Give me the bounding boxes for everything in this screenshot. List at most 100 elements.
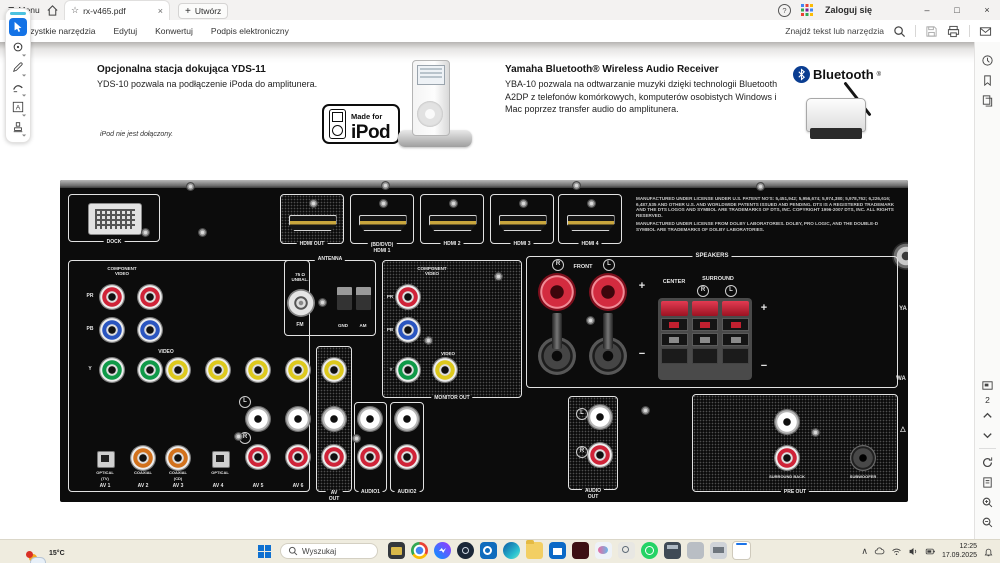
taskbar-app-edge[interactable]	[503, 542, 520, 559]
bookmarks-panel-button[interactable]	[975, 70, 1000, 90]
panel-label: VIDEO	[440, 351, 456, 356]
taskbar-app-explorer[interactable]	[388, 542, 405, 559]
tray-chevron-icon[interactable]: ∧	[861, 546, 868, 557]
rotate-page-button[interactable]	[975, 452, 1000, 472]
red-rca-jack	[395, 284, 421, 310]
toolbar-item-konwertuj[interactable]: Konwertuj	[155, 26, 193, 36]
panel-label: COMPONENT VIDEO	[107, 266, 137, 277]
taskbar-app-outlook[interactable]	[480, 542, 497, 559]
fit-page-button[interactable]	[975, 472, 1000, 492]
toolbar-item-podpis-elektroniczny[interactable]: Podpis elektroniczny	[211, 26, 289, 36]
taskbar-app-app-gray[interactable]	[687, 542, 704, 559]
zoom-out-button[interactable]	[975, 512, 1000, 532]
taskbar-app-chrome[interactable]	[411, 542, 428, 559]
page-top-shadow	[0, 42, 975, 64]
panel-section-label: HDMI 2	[440, 241, 464, 247]
wifi-icon[interactable]	[891, 546, 902, 557]
panel-section-label: HDMI 3	[510, 241, 534, 247]
notification-bell-icon[interactable]	[983, 546, 994, 557]
home-button[interactable]	[46, 0, 59, 20]
tab-close-icon[interactable]: ×	[158, 6, 163, 16]
page-thumbnail-button[interactable]	[975, 375, 1000, 395]
panel-section-label: (BD/DVD) HDMI 1	[367, 242, 397, 254]
ipod-note: iPod nie jest dołączony.	[100, 131, 174, 138]
red-rca-jack	[587, 442, 613, 468]
prev-chevron-icon	[983, 412, 992, 418]
volume-icon[interactable]	[908, 546, 919, 557]
app-grid-icon[interactable]	[800, 4, 813, 16]
white-rca-jack	[357, 406, 383, 432]
hdmi-port	[498, 215, 547, 231]
red-rca-jack	[357, 444, 383, 470]
screw	[378, 199, 388, 208]
taskbar-app-whatsapp[interactable]	[641, 542, 658, 559]
close-button[interactable]: ×	[974, 5, 1000, 15]
maximize-button[interactable]: □	[944, 5, 970, 15]
panel-label: (TV)	[101, 476, 109, 481]
find-label[interactable]: Znajdź tekst lub narzędzia	[785, 26, 884, 36]
zoom-in-button[interactable]	[975, 492, 1000, 512]
toolbar-item-edytuj[interactable]: Edytuj	[113, 26, 137, 36]
panel-section-hdmi-2: HDMI 2	[420, 194, 484, 247]
search-icon	[288, 546, 298, 556]
channel-label-l: L	[603, 259, 615, 271]
terminal-slot	[691, 318, 719, 331]
channel-label-r: R	[697, 285, 709, 297]
stamp-tool[interactable]	[9, 118, 27, 137]
taskbar-apps	[388, 540, 750, 559]
panel-label: +	[638, 280, 646, 292]
panel-section-label: AUDIO1	[358, 489, 383, 495]
patent-text: MANUFACTURED UNDER LICENSE UNDER U.S. PA…	[636, 196, 895, 232]
select-tool[interactable]	[9, 18, 27, 36]
email-icon[interactable]	[979, 25, 992, 38]
screw	[810, 427, 820, 437]
white-rca-jack	[774, 409, 800, 435]
document-tab[interactable]: ☆ rx-v465.pdf ×	[64, 0, 170, 20]
orange-rca-jack	[165, 445, 191, 471]
sign-in-button[interactable]: Zaloguj się	[825, 5, 872, 15]
create-button[interactable]: + Utwórz	[178, 3, 229, 19]
panel-label: Y	[88, 366, 92, 372]
taskbar-app-steam[interactable]	[457, 542, 474, 559]
red-terminal-tab	[661, 301, 688, 316]
red-rca-jack	[321, 444, 347, 470]
panel-section-label: AUDIO2	[394, 489, 420, 495]
taskbar-app-app-print[interactable]	[710, 542, 727, 559]
taskbar-app-acrobat[interactable]	[733, 542, 750, 559]
taskbar-search[interactable]: Wyszukaj	[280, 543, 378, 559]
taskbar-app-messenger[interactable]	[434, 542, 451, 559]
tray-time: 12:25	[959, 542, 977, 550]
antenna-clip	[336, 286, 353, 311]
star-icon[interactable]: ☆	[71, 5, 79, 16]
draw-tool[interactable]	[9, 58, 27, 77]
panel-label: PR	[386, 294, 394, 299]
add-text-tool[interactable]: A	[9, 98, 27, 117]
panel-label: GND	[338, 323, 348, 328]
tab-title: rx-v465.pdf	[83, 5, 126, 16]
panel-label: FM	[296, 322, 304, 328]
search-icon[interactable]	[893, 25, 906, 38]
previous-page-button[interactable]	[975, 405, 1000, 425]
start-button[interactable]	[258, 545, 271, 558]
recent-panel-button[interactable]	[975, 50, 1000, 70]
cloud-icon[interactable]	[874, 546, 885, 557]
taskbar-app-search-doc[interactable]	[618, 542, 635, 559]
zoom-tool[interactable]	[9, 38, 27, 57]
minimize-button[interactable]: –	[914, 5, 940, 15]
print-icon[interactable]	[947, 25, 960, 38]
pages-panel-button[interactable]	[975, 90, 1000, 110]
taskbar-app-game[interactable]	[572, 542, 589, 559]
highlight-tool[interactable]	[9, 78, 27, 97]
channel-label-l: L	[725, 285, 737, 297]
save-icon[interactable]	[925, 25, 938, 38]
left-section-body: YDS-10 pozwala na podłączenie iPoda do a…	[97, 79, 318, 89]
taskbar-app-calculator[interactable]	[664, 542, 681, 559]
help-icon[interactable]: ?	[777, 3, 791, 17]
clock[interactable]: 12:25 17.09.2025	[942, 543, 977, 561]
taskbar-app-paint[interactable]	[595, 542, 612, 559]
next-page-button[interactable]	[975, 425, 1000, 445]
battery-icon[interactable]	[925, 546, 936, 557]
taskbar-app-store[interactable]	[549, 542, 566, 559]
taskbar-app-folder[interactable]	[526, 540, 543, 559]
weather-widget[interactable]: 15°C Duże zachmurze...	[26, 542, 103, 563]
